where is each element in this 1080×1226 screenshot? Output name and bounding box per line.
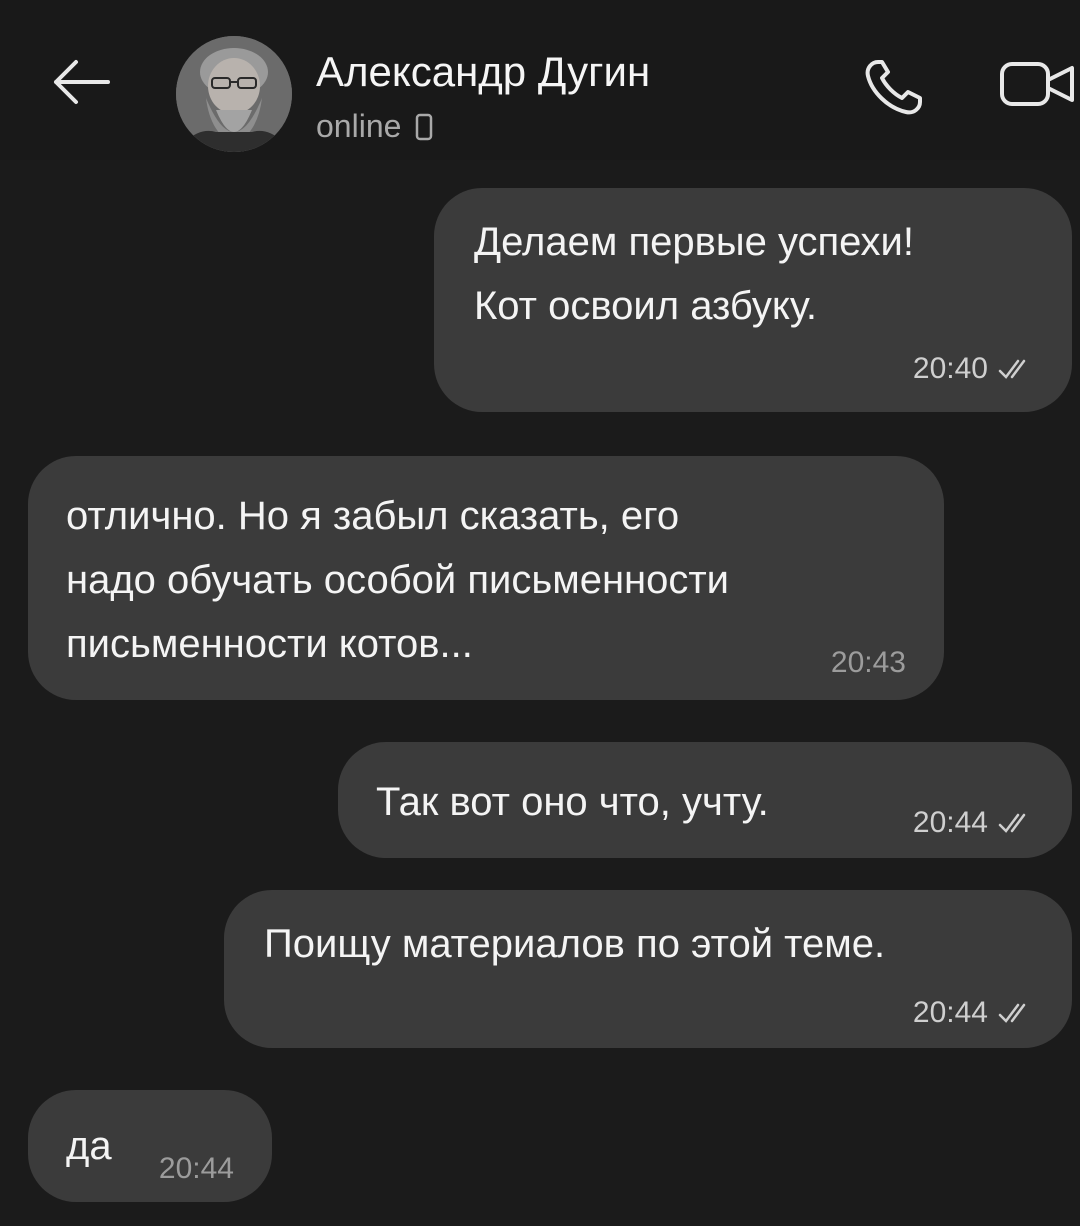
video-call-button[interactable] [996, 50, 1080, 120]
message-text: да [66, 1124, 112, 1168]
back-button[interactable] [46, 52, 116, 112]
message-meta: 20:40 [913, 352, 1036, 386]
status-text: online [316, 108, 402, 144]
message-text: Поищу материалов по этой теме. [264, 922, 886, 966]
mobile-device-icon [416, 113, 433, 140]
message-time: 20:40 [912, 352, 988, 385]
contact-name[interactable]: Александр Дугин [316, 48, 650, 96]
message-bubble-incoming[interactable]: отлично. Но я забыл сказать, его надо об… [28, 456, 944, 700]
call-button[interactable] [852, 50, 942, 120]
message-bubble-outgoing[interactable]: Делаем первые успехи! Кот освоил азбуку.… [434, 188, 1072, 412]
message-bubble-outgoing[interactable]: Поищу материалов по этой теме. 20:44 [224, 890, 1072, 1048]
avatar[interactable] [176, 36, 292, 152]
message-meta: 20:44 [913, 996, 1036, 1030]
message-text: Делаем первые успехи! Кот освоил азбуку. [474, 220, 914, 328]
message-bubble-outgoing[interactable]: Так вот оно что, учту. 20:44 [338, 742, 1072, 858]
avatar-image [176, 36, 292, 152]
video-camera-icon [1000, 62, 1074, 106]
phone-icon [865, 60, 922, 115]
message-meta: 20:44 [913, 806, 1036, 840]
arrow-left-icon [54, 60, 110, 104]
status-row: online [316, 108, 433, 145]
double-check-icon [998, 813, 1026, 833]
double-check-icon [998, 1003, 1026, 1023]
message-meta: 20:44 [159, 1152, 234, 1186]
message-time: 20:44 [912, 806, 988, 839]
message-meta: 20:43 [831, 646, 906, 680]
message-text: отлично. Но я забыл сказать, его надо об… [66, 494, 730, 666]
message-time: 20:44 [158, 1152, 234, 1185]
message-bubble-incoming[interactable]: да 20:44 [28, 1090, 272, 1202]
message-text: Так вот оно что, учту. [376, 780, 769, 824]
double-check-icon [998, 359, 1026, 379]
message-time: 20:43 [830, 646, 906, 679]
chat-header: Александр Дугин online [0, 0, 1080, 160]
message-time: 20:44 [912, 996, 988, 1029]
